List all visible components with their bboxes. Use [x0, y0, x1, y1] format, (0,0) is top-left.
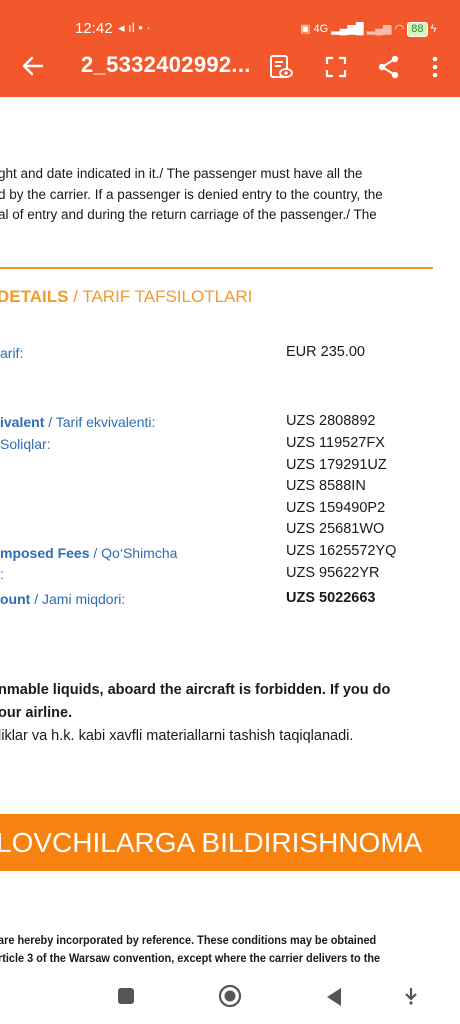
- footer-line: rticle 3 of the Warsaw convention, excep…: [0, 953, 381, 965]
- section-title-sep: /: [68, 287, 83, 306]
- system-navigation-bar: [0, 965, 460, 1024]
- signal2-icon: ▂▄▆: [366, 23, 392, 35]
- equivalent-label-uz: / Tarif ekvivalenti:: [44, 414, 156, 430]
- wifi-icon: ◠: [394, 23, 405, 35]
- back-arrow-icon[interactable]: [20, 52, 46, 80]
- notice-line: liklar va h.k. kabi xavfli materiallarni…: [0, 728, 354, 744]
- charging-icon: ϟ: [430, 23, 437, 35]
- back-nav-icon[interactable]: [325, 987, 343, 1007]
- total-value: UZS 5022663: [286, 590, 376, 606]
- notice-line: nmable liquids, aboard the aircraft is f…: [0, 682, 391, 698]
- equivalent-label-en: ivalent: [0, 414, 45, 430]
- fees-label-line2: :: [0, 566, 4, 582]
- fees-label-uz: / Qo‘Shimcha: [89, 545, 178, 561]
- signal-icon: ▂▄▆█: [331, 23, 364, 35]
- hide-keyboard-icon[interactable]: [403, 987, 419, 1005]
- equivalent-value: UZS 2808892: [286, 413, 376, 429]
- home-icon[interactable]: [218, 984, 242, 1008]
- network-label: 4G: [313, 23, 329, 35]
- total-label: ount / Jami miqdori:: [0, 591, 125, 607]
- volte-icon: ▣: [300, 23, 311, 35]
- tax-value: UZS 119527FX: [286, 435, 385, 451]
- tax-value: UZS 159490P2: [286, 500, 386, 516]
- share-icon[interactable]: [376, 54, 402, 80]
- fee-value: UZS 95622YR: [286, 565, 380, 581]
- section-title: DETAILS / TARIF TAFSILOTLARI: [0, 287, 252, 307]
- document-view[interactable]: ght and date indicated in it./ The passe…: [0, 97, 460, 965]
- fare-label: arif:: [0, 345, 24, 361]
- intro-line: al of entry and during the return carria…: [0, 207, 377, 222]
- reader-view-icon[interactable]: [268, 54, 294, 80]
- battery-icon: 88: [407, 22, 428, 37]
- fee-value: UZS 1625572YQ: [286, 543, 397, 559]
- status-time: 12:42: [75, 20, 113, 37]
- app-bar: 2_5332402992...: [0, 50, 460, 86]
- notice-banner: LOVCHILARGA BILDIRISHNOMA: [0, 814, 460, 871]
- more-options-icon[interactable]: [422, 54, 448, 80]
- recents-icon[interactable]: [117, 987, 135, 1005]
- status-right-icons: ▣ 4G ▂▄▆█ ▂▄▆ ◠ 88 ϟ: [300, 22, 436, 37]
- tax-value: UZS 25681WO: [286, 521, 385, 537]
- banner-title: LOVCHILARGA BILDIRISHNOMA: [0, 827, 423, 858]
- fare-value: EUR 235.00: [286, 344, 365, 360]
- fees-label-en: mposed Fees: [0, 545, 90, 561]
- tax-value: UZS 179291UZ: [286, 457, 387, 473]
- status-bar: 12:42 ◂ ıl • · ▣ 4G ▂▄▆█ ▂▄▆ ◠ 88 ϟ: [0, 20, 460, 42]
- notification-icons: ◂ ıl • ·: [118, 20, 151, 35]
- document-title: 2_5332402992...: [81, 52, 251, 77]
- section-divider: [0, 267, 433, 269]
- footer-line: are hereby incorporated by reference. Th…: [0, 935, 377, 947]
- intro-line: ght and date indicated in it./ The passe…: [0, 166, 363, 181]
- total-label-en: ount: [0, 591, 31, 607]
- fullscreen-icon[interactable]: [323, 54, 349, 80]
- tax-value: UZS 8588IN: [286, 478, 366, 494]
- notice-line: our airline.: [0, 705, 73, 721]
- section-title-en: DETAILS: [0, 287, 69, 306]
- taxes-label: Soliqlar:: [0, 436, 51, 452]
- equivalent-label: ivalent / Tarif ekvivalenti:: [0, 414, 155, 430]
- fees-label: mposed Fees / Qo‘Shimcha: [0, 545, 177, 561]
- app-header: 12:42 ◂ ıl • · ▣ 4G ▂▄▆█ ▂▄▆ ◠ 88 ϟ 2_53…: [0, 0, 460, 97]
- section-title-uz: TARIF TAFSILOTLARI: [82, 287, 253, 306]
- intro-line: d by the carrier. If a passenger is deni…: [0, 187, 383, 202]
- total-label-uz: / Jami miqdori:: [30, 591, 126, 607]
